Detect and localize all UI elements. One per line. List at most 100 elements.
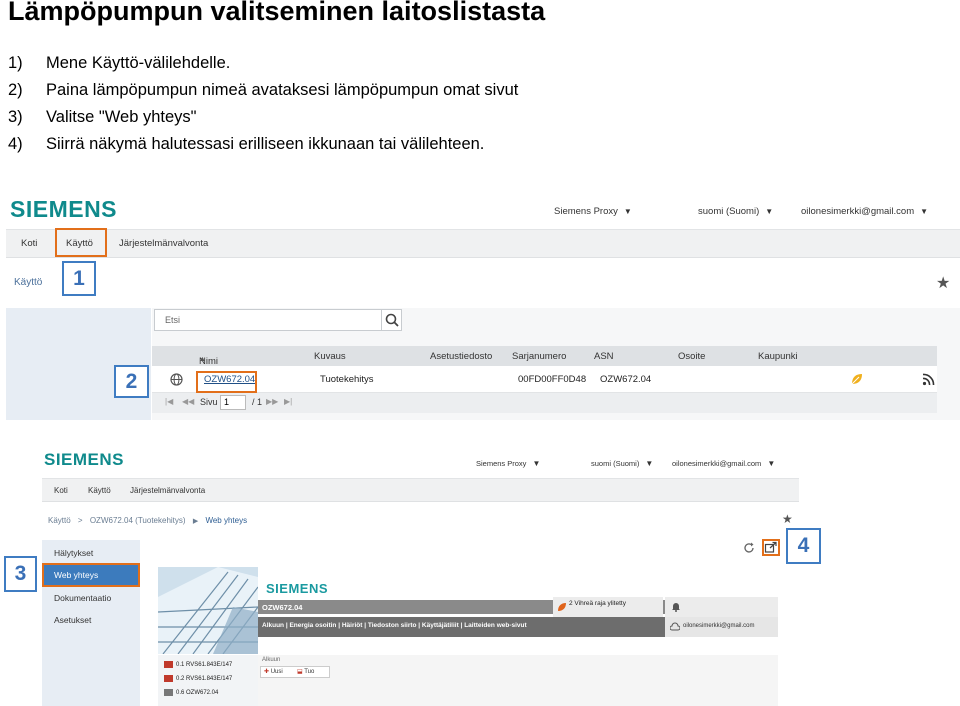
sidebar-item-dokumentaatio[interactable]: Dokumentaatio: [42, 587, 140, 608]
highlight-web-yhteys: [42, 563, 140, 587]
new-button[interactable]: ✚ Uusi: [264, 668, 283, 675]
user-menu[interactable]: oilonesimerkki@gmail.com ▼: [672, 459, 775, 468]
bell-icon[interactable]: [671, 601, 681, 612]
tab-jarjestelmanvalvonta[interactable]: Järjestelmänvalvonta: [130, 486, 205, 495]
sidebar-item-asetukset[interactable]: Asetukset: [42, 609, 140, 630]
breadcrumb-separator: ▶: [192, 518, 199, 525]
chevron-down-icon: ▼: [767, 459, 776, 468]
breadcrumb-kaytto[interactable]: Käyttö: [48, 516, 71, 525]
page-number-input[interactable]: 1: [220, 395, 246, 410]
user-menu[interactable]: oilonesimerkki@gmail.com ▼: [801, 206, 928, 217]
tree-item-label: 0.2 RVS61.843E/147: [176, 676, 233, 683]
search-icon: [385, 313, 399, 327]
tab-koti[interactable]: Koti: [21, 238, 37, 249]
language-menu[interactable]: suomi (Suomi) ▼: [698, 206, 773, 217]
chevron-down-icon: ▼: [765, 207, 774, 216]
device-id: OZW672.04: [262, 603, 303, 612]
tree-item-label: 0.1 RVS61.843E/147: [176, 662, 233, 669]
step-4: 4) Siirrä näkymä halutessasi erilliseen i…: [8, 135, 484, 154]
favorite-star-icon[interactable]: ★: [782, 512, 793, 526]
col-osoite[interactable]: Osoite: [678, 351, 705, 362]
proxy-menu[interactable]: Siemens Proxy ▼: [476, 459, 540, 468]
chevron-down-icon: ▼: [532, 459, 541, 468]
proxy-label: Siemens Proxy: [554, 206, 618, 217]
tab-jarjestelmanvalvonta[interactable]: Järjestelmänvalvonta: [119, 238, 208, 249]
device-toolbar: ✚ Uusi ⬓ Tuo: [260, 666, 330, 678]
user-email: oilonesimerkki@gmail.com: [801, 206, 915, 217]
open-in-new-window-button[interactable]: [762, 539, 780, 556]
col-asetustiedosto[interactable]: Asetustiedosto: [430, 351, 492, 362]
step-text: Paina lämpöpumpun nimeä avataksesi lämpö…: [46, 81, 519, 99]
col-kaupunki[interactable]: Kaupunki: [758, 351, 798, 362]
external-link-icon: [764, 541, 777, 553]
import-label: Tuo: [304, 669, 315, 675]
leaf-icon: [558, 603, 566, 611]
highlight-device-name: [196, 371, 257, 393]
siemens-logo: SIEMENS: [266, 581, 329, 596]
device-crumb: Alkuun: [262, 657, 281, 663]
favorite-star-icon[interactable]: ★: [936, 273, 950, 293]
breadcrumb-web-yhteys: Web yhteys: [205, 516, 248, 525]
search-placeholder: Etsi: [165, 315, 181, 325]
device-menu[interactable]: Alkuun | Energia osoitin | Häiriöt | Tie…: [262, 622, 527, 629]
rss-icon[interactable]: [922, 373, 935, 386]
callout-3: 3: [4, 556, 37, 592]
table-row[interactable]: OZW672.04 Tuotekehitys 00FD00FF0D48 OZW6…: [152, 366, 937, 393]
tab-koti[interactable]: Koti: [54, 486, 68, 495]
page-title: Käyttö: [14, 277, 43, 288]
step-2: 2) Paina lämpöpumpun nimeä avataksesi läm…: [8, 81, 518, 100]
chevron-down-icon: ▼: [623, 207, 632, 216]
sidebar-item-halytykset[interactable]: Hälytykset: [42, 542, 140, 563]
device-description: Tuotekehitys: [320, 374, 374, 385]
tree-item[interactable]: 0.2 RVS61.843E/147: [164, 675, 254, 682]
device-serial: 00FD00FF0D48: [518, 374, 587, 385]
breadcrumb: Käyttö > OZW672.04 (Tuotekehitys) ▶ Web …: [48, 516, 247, 525]
grid-header: Nimi ▲ Kuvaus Asetustiedosto Sarjanumero…: [152, 346, 937, 367]
device-user-email: oilonesimerkki@gmail.com: [683, 623, 755, 629]
callout-4: 4: [786, 528, 821, 564]
step-text: Siirrä näkymä halutessasi erilliseen ikk…: [46, 135, 485, 153]
col-sarjanumero[interactable]: Sarjanumero: [512, 351, 566, 362]
import-button[interactable]: ⬓ Tuo: [297, 668, 314, 675]
leaf-icon: [851, 374, 862, 385]
device-icon: [164, 689, 173, 696]
pager: |◀ ◀◀ Sivu 1 / 1 ▶▶ ▶|: [152, 393, 937, 413]
user-email: oilonesimerkki@gmail.com: [672, 459, 762, 468]
language-menu[interactable]: suomi (Suomi) ▼: [591, 459, 653, 468]
alarm-text[interactable]: 2 Vihreä raja ylitetty: [569, 600, 626, 607]
tab-kaytto[interactable]: Käyttö: [88, 486, 111, 495]
chevron-down-icon: ▼: [645, 459, 654, 468]
first-page-icon[interactable]: |◀: [165, 397, 173, 406]
col-asn[interactable]: ASN: [594, 351, 614, 362]
search-input[interactable]: Etsi: [154, 309, 402, 331]
screenshot-web-connection: SIEMENS Siemens Proxy ▼ suomi (Suomi) ▼ oi…: [42, 448, 799, 706]
last-page-icon[interactable]: ▶|: [284, 397, 292, 406]
step-number: 4): [8, 135, 23, 153]
page-label: Sivu: [200, 397, 218, 407]
breadcrumb-separator: >: [77, 516, 83, 525]
breadcrumb-device[interactable]: OZW672.04 (Tuotekehitys): [90, 516, 186, 525]
next-page-icon[interactable]: ▶▶: [266, 397, 278, 406]
chevron-down-icon: ▼: [920, 207, 929, 216]
siemens-logo: SIEMENS: [44, 450, 125, 469]
tree-item[interactable]: 0.1 RVS61.843E/147: [164, 661, 254, 668]
device-icon: [164, 661, 173, 668]
step-text: Valitse "Web yhteys": [46, 108, 197, 126]
callout-1: 1: [62, 261, 96, 296]
tree-item[interactable]: 0.6 OZW672.04: [164, 689, 254, 696]
device-main: Alkuun ✚ Uusi ⬓ Tuo: [258, 655, 778, 706]
building-photo: [158, 567, 258, 654]
device-user-area: oilonesimerkki@gmail.com: [665, 617, 778, 637]
refresh-icon[interactable]: [742, 541, 756, 555]
device-icon: [164, 675, 173, 682]
step-number: 2): [8, 81, 23, 99]
globe-icon: [170, 373, 183, 386]
prev-page-icon[interactable]: ◀◀: [182, 397, 194, 406]
search-button[interactable]: [381, 310, 402, 330]
bell-area: [665, 597, 778, 617]
proxy-menu[interactable]: Siemens Proxy ▼: [554, 206, 632, 217]
col-kuvaus[interactable]: Kuvaus: [314, 351, 346, 362]
proxy-label: Siemens Proxy: [476, 459, 527, 468]
tab-kaytto[interactable]: Käyttö: [55, 228, 107, 257]
import-icon: ⬓: [297, 669, 303, 675]
